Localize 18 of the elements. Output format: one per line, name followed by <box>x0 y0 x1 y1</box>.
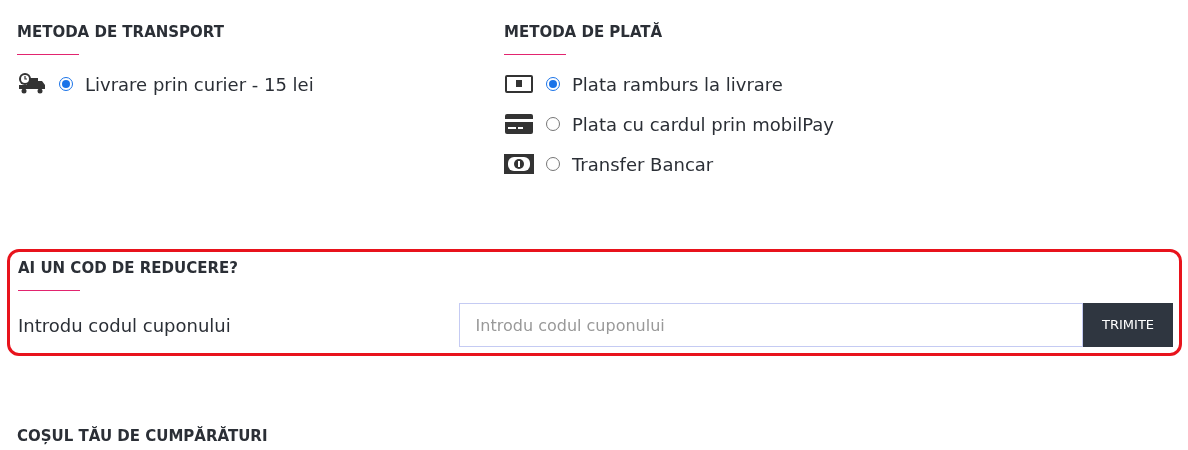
coupon-label: Introdu codul cuponului <box>18 313 232 338</box>
radio-button[interactable] <box>546 117 560 131</box>
section-heading: COȘUL TĂU DE CUMPĂRĂTURI <box>17 426 269 446</box>
option-label: Plata cu cardul prin mobilPay <box>572 112 834 137</box>
radio-button[interactable] <box>546 157 560 171</box>
section-heading: AI UN COD DE REDUCERE? <box>18 258 239 278</box>
radio-button[interactable] <box>546 77 560 91</box>
coupon-field[interactable]: Introdu codul cuponului <box>458 303 1084 347</box>
section-heading: METODA DE PLATĂ <box>504 22 664 42</box>
submit-button[interactable]: TRIMITE <box>1083 303 1173 347</box>
truck-icon <box>18 72 46 96</box>
option-label: Plata ramburs la livrare <box>572 72 783 97</box>
credit-card-icon <box>505 114 533 134</box>
section-heading: METODA DE TRANSPORT <box>17 22 225 42</box>
banknote-icon <box>504 154 534 174</box>
option-label: Transfer Bancar <box>572 152 714 177</box>
option-label: Livrare prin curier - 15 lei <box>85 72 314 97</box>
radio-button[interactable] <box>59 77 73 91</box>
